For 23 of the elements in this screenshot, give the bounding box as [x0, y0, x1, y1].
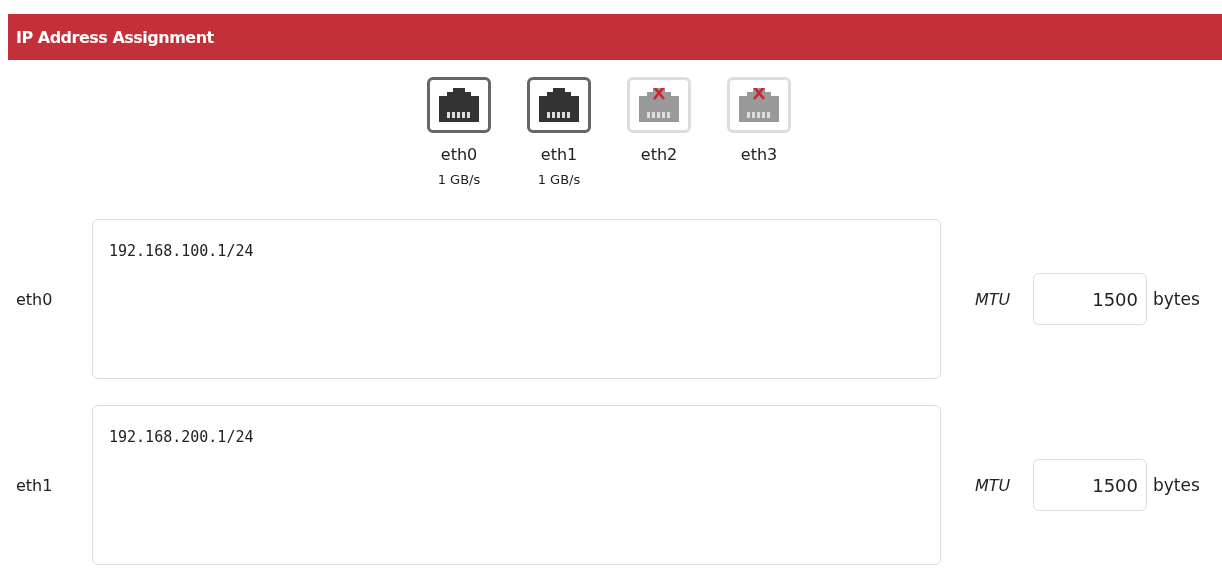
- mtu-label: MTU: [975, 289, 1012, 309]
- ethernet-port-icon: [439, 88, 479, 122]
- port-speed: 1 GB/s: [537, 172, 581, 187]
- address-field[interactable]: 192.168.100.1/24: [92, 219, 941, 379]
- mtu-field[interactable]: 1500: [1033, 459, 1147, 511]
- port-name: eth0: [440, 145, 478, 164]
- ethernet-port-icon: [539, 88, 579, 122]
- unit-label: bytes: [1153, 289, 1200, 309]
- interface-label: eth0: [15, 289, 54, 309]
- port-button[interactable]: [427, 77, 491, 133]
- port-name: eth3: [740, 145, 778, 164]
- section-header: IP Address Assignment: [8, 14, 1222, 60]
- ethernet-port-icon: [739, 88, 779, 122]
- unit-label: bytes: [1153, 475, 1200, 495]
- mtu-field[interactable]: 1500: [1033, 273, 1147, 325]
- interface-label: eth1: [15, 475, 54, 495]
- port-button[interactable]: [527, 77, 591, 133]
- address-field[interactable]: 192.168.200.1/24: [92, 405, 941, 565]
- port-name: eth2: [640, 145, 678, 164]
- port-name: eth1: [540, 145, 578, 164]
- port-speed: 1 GB/s: [437, 172, 481, 187]
- ethernet-port-icon: [639, 88, 679, 122]
- mtu-label: MTU: [975, 475, 1012, 495]
